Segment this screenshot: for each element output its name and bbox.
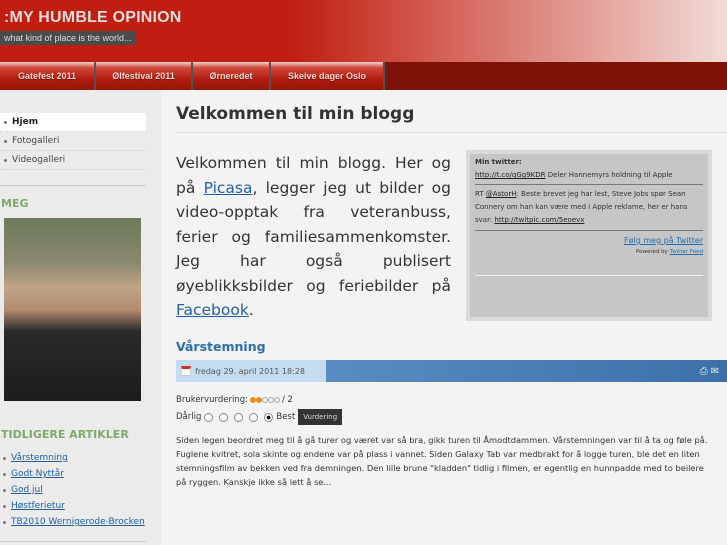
post-date-bar: fredag 29. april 2011 18:28 ⎙ ✉ [176, 360, 727, 382]
bullet-icon [4, 120, 7, 124]
twitter-heading: Min twitter: [475, 158, 522, 166]
menu-item-fotogalleri[interactable]: Fotogalleri [0, 132, 146, 151]
site-tagline: what kind of place is the world... [0, 31, 136, 45]
menu-item-videogalleri[interactable]: Videogalleri [0, 151, 146, 170]
divider [475, 184, 703, 185]
profile-photo [4, 218, 141, 401]
page-title: Velkommen til min blogg [176, 104, 415, 124]
calendar-icon [181, 366, 191, 376]
article-item: Høstferietur [3, 498, 145, 514]
follow-row: Følg meg på Twitter [475, 236, 703, 245]
article-link[interactable]: Høstferietur [11, 501, 65, 511]
divider [475, 230, 703, 231]
divider [475, 275, 703, 276]
user-rating: Brukervurdering: / 2 [176, 395, 293, 405]
tweet-text: RT [475, 190, 486, 198]
tweet-user-link[interactable]: @AstorH [486, 190, 517, 198]
twitter-feed-link[interactable]: Twitter Feed [670, 249, 703, 255]
post-date: fredag 29. april 2011 18:28 [195, 366, 305, 376]
divider [0, 541, 146, 542]
rating-dot [273, 397, 280, 403]
nav-item-skeive-dager[interactable]: Skeive dager Oslo [271, 62, 385, 90]
divider [0, 185, 146, 186]
menu-label: Hjem [12, 117, 39, 127]
menu-label: Videogalleri [12, 155, 66, 165]
vote-radio-2[interactable] [219, 412, 229, 422]
vote-radio-5[interactable] [264, 412, 274, 422]
tweet: http://t.co/qGg9KDR Deler Hannemyrs hold… [475, 169, 703, 181]
tweet-link[interactable]: http://t.co/qGg9KDR [475, 171, 546, 179]
intro-part: . [248, 301, 254, 319]
vote-button[interactable]: Vurdering [298, 409, 343, 425]
bullet-icon [4, 139, 7, 143]
print-icon[interactable]: ⎙ [700, 366, 708, 377]
post-body: Siden legen beordret meg til å gå turer … [176, 435, 708, 487]
article-link[interactable]: TB2010 Wernigerode-Brocken [11, 517, 145, 527]
site-title[interactable]: :MY HUMBLE OPINION [4, 9, 182, 27]
rating-dots [249, 397, 280, 403]
vote-radio-3[interactable] [234, 412, 244, 422]
nav-item-olfestival[interactable]: Ølfestival 2011 [96, 62, 193, 90]
tweet-text: Deler Hannemyrs holdning til Apple [545, 171, 673, 179]
picasa-link[interactable]: Picasa [204, 179, 253, 197]
follow-twitter-link[interactable]: Følg meg på Twitter [624, 236, 703, 245]
menu-item-hjem[interactable]: Hjem [0, 113, 146, 132]
article-item: God jul [3, 482, 145, 498]
bullet-icon [3, 456, 6, 460]
articles-list: Vårstemning Godt Nyttår God jul Høstferi… [3, 450, 145, 530]
rating-count: / 2 [281, 395, 293, 405]
facebook-link[interactable]: Facebook [176, 301, 249, 319]
rating-label: Brukervurdering: [176, 395, 248, 405]
bullet-icon [3, 504, 6, 508]
best-label: Best [276, 412, 296, 422]
article-item: Vårstemning [3, 450, 145, 466]
vote-radio-4[interactable] [249, 412, 259, 422]
main-nav: Gatefest 2011 Ølfestival 2011 Ørneredet … [0, 62, 727, 90]
vote-form: Dårlig Best Vurdering [176, 409, 343, 425]
powered-text: Powered by [636, 249, 670, 255]
vote-radio-1[interactable] [204, 412, 214, 422]
worst-label: Dårlig [176, 412, 202, 422]
meg-heading: MEG [1, 197, 29, 210]
twitter-widget: Min twitter: http://t.co/qGg9KDR Deler H… [466, 150, 712, 321]
article-item: Godt Nyttår [3, 466, 145, 482]
tweet: RT @AstorH: Beste brevet jeg har lest, S… [475, 188, 703, 227]
article-link[interactable]: Godt Nyttår [11, 469, 64, 479]
tweet-link[interactable]: http://twitpic.com/5eoevx [494, 216, 584, 224]
menu-label: Fotogalleri [12, 136, 60, 146]
email-icon[interactable]: ✉ [711, 366, 719, 377]
post-title[interactable]: Vårstemning [176, 339, 266, 354]
bullet-icon [3, 472, 6, 476]
bullet-icon [3, 520, 6, 524]
header: :MY HUMBLE OPINION what kind of place is… [0, 0, 727, 62]
divider [176, 132, 727, 133]
nav-item-gatefest[interactable]: Gatefest 2011 [0, 62, 96, 90]
article-link[interactable]: God jul [11, 485, 43, 495]
powered-by: Powered by Twitter Feed [475, 249, 703, 255]
bullet-icon [3, 488, 6, 492]
article-item: TB2010 Wernigerode-Brocken [3, 514, 145, 530]
intro-text: Velkommen til min blogg. Her og på Picas… [176, 151, 451, 323]
articles-heading: TIDLIGERE ARTIKLER [1, 428, 129, 441]
bullet-icon [4, 158, 7, 162]
sidebar-menu: Hjem Fotogalleri Videogalleri [0, 113, 146, 170]
nav-item-orneredet[interactable]: Ørneredet [193, 62, 271, 90]
article-link[interactable]: Vårstemning [11, 453, 68, 463]
